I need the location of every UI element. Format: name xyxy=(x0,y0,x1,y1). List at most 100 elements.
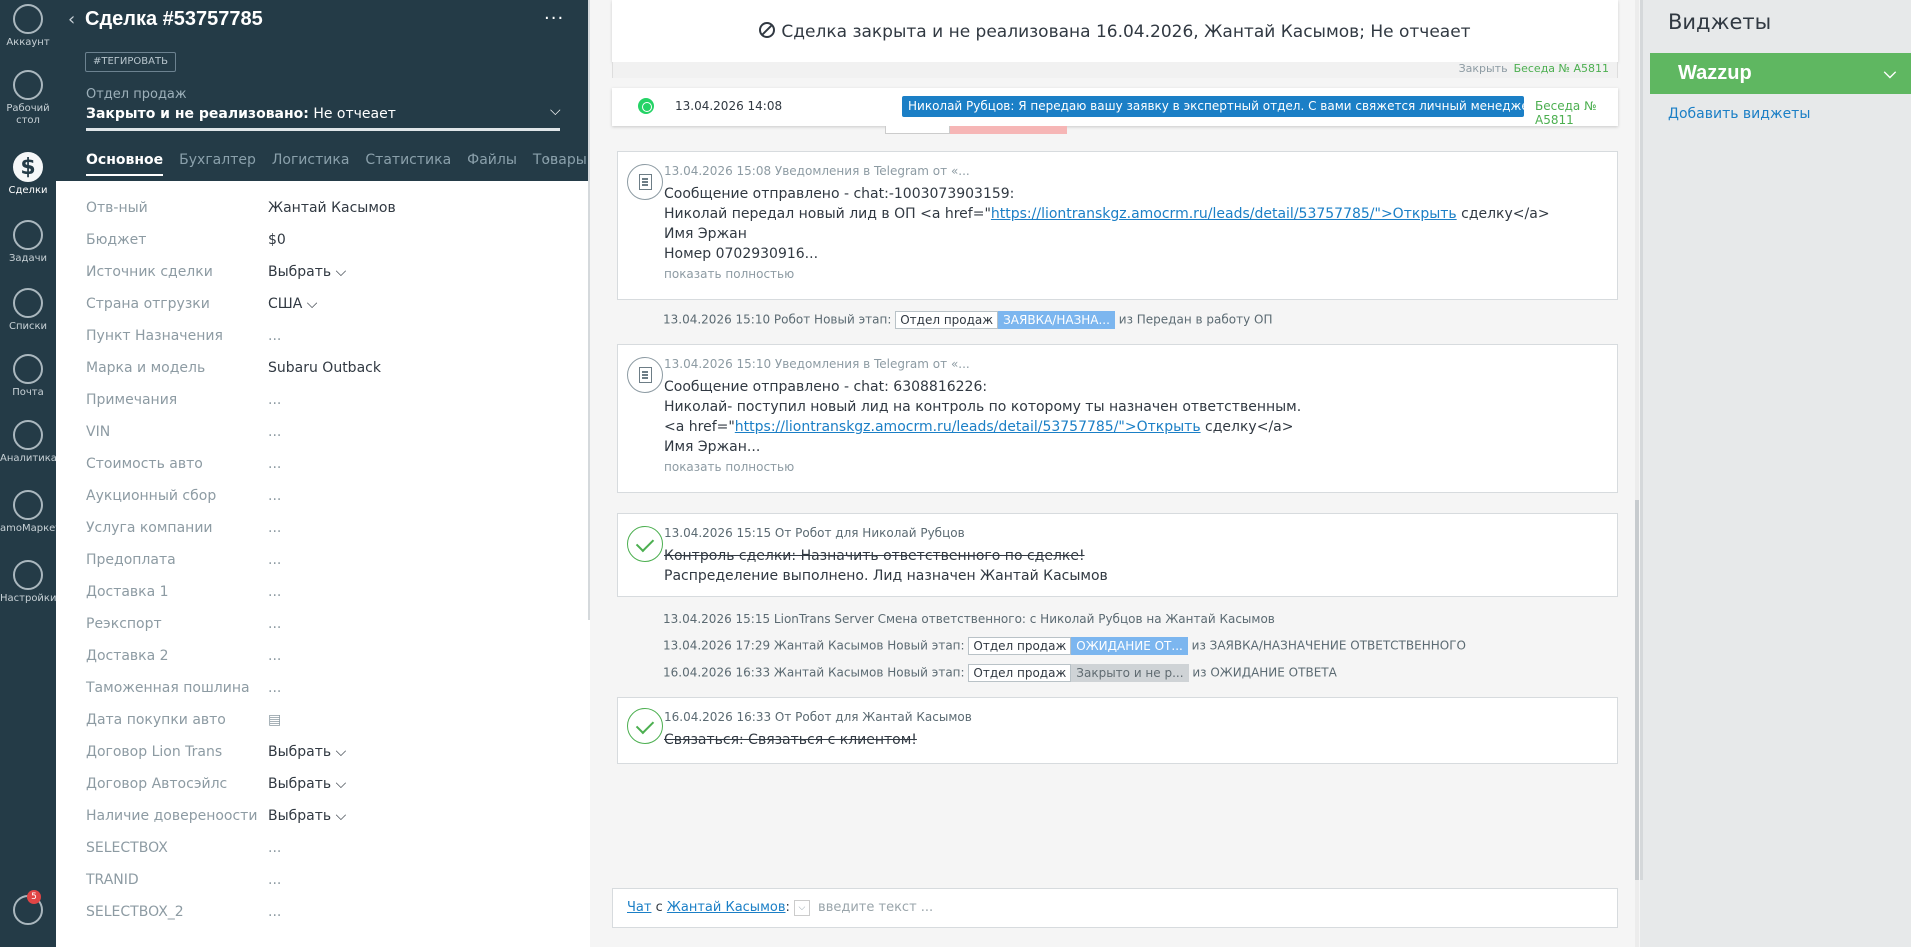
chevron-down-icon[interactable]: ⌵ xyxy=(1884,53,1896,94)
notifications-badge: 5 xyxy=(27,890,41,904)
field-label: Наличие довереноости xyxy=(86,808,258,824)
field-value[interactable]: Subaru Outback xyxy=(268,360,381,376)
nav-item-market[interactable]: amoМаркет xyxy=(0,490,61,535)
field-value[interactable]: ... xyxy=(268,552,281,568)
stage-change-event: 13.04.2026 15:10 Робот Новый этап: Отдел… xyxy=(663,311,1273,329)
chevron-down-icon[interactable]: ⌵ xyxy=(550,103,561,119)
field-value[interactable]: Выбрать ⌵ xyxy=(268,744,346,760)
lead-link[interactable]: https://liontranskgz.amocrm.ru/leads/det… xyxy=(735,419,1201,435)
deal-field-row: Дата покупки авто ▤ xyxy=(86,712,566,744)
field-value[interactable]: ... xyxy=(268,904,281,920)
checkmark-icon xyxy=(627,708,663,744)
field-value[interactable]: ... xyxy=(268,488,281,504)
nav-item-lists[interactable]: Списки xyxy=(0,288,56,333)
field-label: TRANID xyxy=(86,872,139,888)
chat-type-link[interactable]: Чат xyxy=(627,900,651,915)
tab-statistics[interactable]: Статистика xyxy=(365,152,451,176)
field-value[interactable]: ▤ xyxy=(268,712,281,728)
field-value[interactable]: ... xyxy=(268,840,281,856)
more-menu-icon[interactable]: ··· xyxy=(544,8,564,29)
field-value[interactable]: ... xyxy=(268,584,281,600)
deal-field-row: SELECTBOX... xyxy=(86,840,566,872)
deal-field-row: Аукционный сбор... xyxy=(86,488,566,520)
widgets-scrollbar[interactable] xyxy=(1640,0,1643,880)
field-label: Таможенная пошлина xyxy=(86,680,250,696)
template-dropdown-icon[interactable]: ⌵ xyxy=(793,899,810,916)
lead-link[interactable]: https://liontranskgz.amocrm.ru/leads/det… xyxy=(991,206,1457,222)
add-widgets-link[interactable]: Добавить виджеты xyxy=(1668,106,1810,122)
responsible-change-event: 13.04.2026 15:15 LionTrans Server Смена … xyxy=(663,612,1275,626)
field-value[interactable]: ... xyxy=(268,872,281,888)
pipeline-chip: Отдел продаж xyxy=(895,311,999,329)
hidden-note-edge: Закрыть Беседа № A5811 xyxy=(612,62,1618,78)
deal-title: Сделка #53757785 xyxy=(85,8,263,30)
field-label: Реэкспорт xyxy=(86,616,162,632)
field-value[interactable]: ... xyxy=(268,648,281,664)
deal-field-row: Страна отгрузки США ⌵ xyxy=(86,296,566,328)
nav-item-settings[interactable]: Настройки xyxy=(0,560,56,605)
nav-item-tasks[interactable]: Задачи xyxy=(0,220,56,265)
nav-item-account[interactable]: Аккаунт xyxy=(0,4,56,49)
back-chevron-icon[interactable]: ‹ xyxy=(68,9,75,30)
field-value[interactable]: ... xyxy=(268,520,281,536)
field-label: Стоимость авто xyxy=(86,456,203,472)
activity-feed: Сделка закрыта и не реализована 16.04.20… xyxy=(590,0,1640,947)
account-icon xyxy=(13,4,43,34)
task-meta: 16.04.2026 16:33 От Робот для Жантай Кас… xyxy=(664,710,972,724)
show-full-link[interactable]: показать полностью xyxy=(664,457,1301,477)
deal-field-row: Стоимость авто... xyxy=(86,456,566,488)
tab-logistics[interactable]: Логистика xyxy=(272,152,350,176)
show-full-link[interactable]: показать полностью xyxy=(664,264,1550,284)
nav-item-mail[interactable]: Почта xyxy=(0,354,56,399)
wazzup-widget-header[interactable]: Wazzup ⌵ xyxy=(1650,53,1911,94)
settings-icon xyxy=(13,560,43,590)
stage-change-event: 16.04.2026 16:33 Жантай Касымов Новый эт… xyxy=(663,664,1337,682)
whatsapp-message-row[interactable]: 13.04.2026 14:08 Николай Рубцов: Я перед… xyxy=(612,88,1618,127)
field-value[interactable]: ... xyxy=(268,680,281,696)
hidden-stage-chips xyxy=(885,126,1067,134)
field-value[interactable]: ... xyxy=(268,456,281,472)
nav-item-deals[interactable]: Сделки xyxy=(0,152,56,197)
deal-field-row: Договор Автосэйлс Выбрать ⌵ xyxy=(86,776,566,808)
deal-field-row: SELECTBOX_2... xyxy=(86,904,566,936)
tab-main[interactable]: Основное xyxy=(86,152,164,176)
analytics-icon xyxy=(13,420,43,450)
tab-accounting[interactable]: Бухгалтер xyxy=(179,152,256,176)
field-value[interactable]: ... xyxy=(268,424,281,440)
tab-files[interactable]: Файлы xyxy=(467,152,517,176)
tab-products[interactable]: Товары xyxy=(533,152,587,176)
field-value[interactable]: $0 xyxy=(268,232,286,248)
tag-button[interactable]: #ТЕГИРОВАТЬ xyxy=(85,52,176,72)
chat-text-input[interactable]: введите текст ... xyxy=(818,900,933,915)
status-selector[interactable]: Закрыто и не реализовано: Не отчеает xyxy=(86,106,396,122)
field-value[interactable]: ... xyxy=(268,616,281,632)
completed-task: 16.04.2026 16:33 От Робот для Жантай Кас… xyxy=(617,697,1618,764)
field-value[interactable]: США ⌵ xyxy=(268,296,317,312)
task-meta: 13.04.2026 15:15 От Робот для Николай Ру… xyxy=(664,526,965,540)
field-value[interactable]: Выбрать ⌵ xyxy=(268,808,346,824)
field-value[interactable]: Жантай Касымов xyxy=(268,200,396,216)
left-navigation: Аккаунт Рабочий стол Сделки Задачи Списк… xyxy=(0,0,61,947)
field-label: Предоплата xyxy=(86,552,176,568)
note-body: Сообщение отправлено - chat:-10030739031… xyxy=(664,184,1550,284)
deal-field-row: Примечания... xyxy=(86,392,566,424)
deal-field-row: Марка и модель Subaru Outback xyxy=(86,360,566,392)
note-meta: 13.04.2026 15:08 Уведомления в Telegram … xyxy=(664,164,970,178)
conversation-link[interactable]: Беседа № A5811 xyxy=(1535,99,1618,127)
tabs-more-icon[interactable]: ··· xyxy=(545,152,558,168)
message-preview[interactable]: Николай Рубцов: Я передаю вашу заявку в … xyxy=(902,96,1524,117)
feed-scrollbar-thumb[interactable] xyxy=(1635,500,1639,880)
chat-input-bar[interactable]: Чат с Жантай Касымов: ⌵ введите текст ... xyxy=(612,888,1618,928)
nav-item-dashboard[interactable]: Рабочий стол xyxy=(0,70,56,127)
field-label: Бюджет xyxy=(86,232,147,248)
field-value[interactable]: Выбрать ⌵ xyxy=(268,264,346,280)
deal-field-row: Наличие довереноости Выбрать ⌵ xyxy=(86,808,566,840)
field-value[interactable]: ... xyxy=(268,328,281,344)
nav-item-analytics[interactable]: Аналитика xyxy=(0,420,57,465)
stage-chip: ЗАЯВКА/НАЗНА... xyxy=(998,311,1115,329)
chat-recipient-link[interactable]: Жантай Касымов xyxy=(667,900,786,915)
deal-field-row: Источник сделки Выбрать ⌵ xyxy=(86,264,566,296)
field-label: Марка и модель xyxy=(86,360,206,376)
field-value[interactable]: ... xyxy=(268,392,281,408)
field-value[interactable]: Выбрать ⌵ xyxy=(268,776,346,792)
